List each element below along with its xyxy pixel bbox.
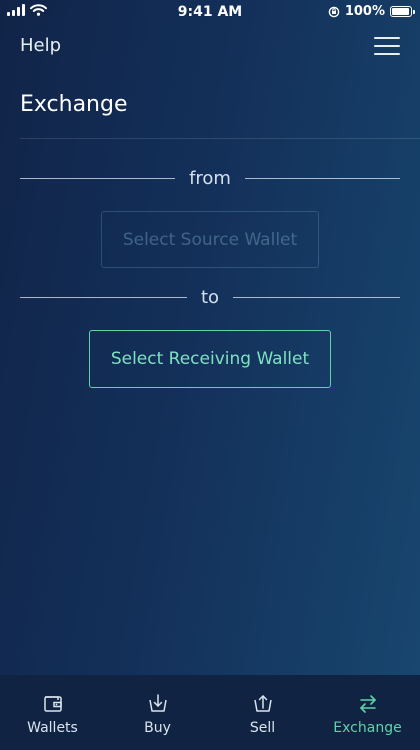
tab-bar: Wallets Buy Sell Exchange — [0, 675, 420, 750]
buy-icon — [148, 694, 167, 712]
select-receiving-wallet-button[interactable]: Select Receiving Wallet — [89, 330, 331, 388]
help-link[interactable]: Help — [20, 35, 61, 56]
menu-line — [374, 45, 400, 47]
menu-line — [374, 53, 400, 55]
rotation-lock-icon — [328, 6, 340, 17]
tab-buy[interactable]: Buy — [105, 675, 210, 750]
tab-label: Buy — [144, 720, 171, 736]
sell-icon — [253, 695, 272, 712]
menu-line — [374, 37, 400, 39]
battery-percentage: 100% — [344, 4, 385, 19]
tab-label: Exchange — [333, 720, 402, 736]
wallet-icon — [43, 696, 62, 712]
divider-line — [20, 178, 176, 179]
tab-label: Wallets — [27, 720, 78, 736]
exchange-arrows-icon — [359, 695, 376, 713]
divider-line — [20, 297, 187, 298]
tab-sell[interactable]: Sell — [210, 675, 315, 750]
page-title: Exchange — [20, 92, 128, 117]
tab-exchange[interactable]: Exchange — [315, 675, 420, 750]
to-divider: to — [20, 287, 401, 308]
tab-wallets[interactable]: Wallets — [0, 675, 105, 750]
hamburger-menu-icon[interactable] — [374, 37, 400, 55]
from-label: from — [189, 168, 231, 189]
battery-fill — [392, 8, 409, 15]
from-divider: from — [20, 168, 401, 189]
select-source-wallet-button[interactable]: Select Source Wallet — [101, 211, 319, 268]
status-bar: 9:41 AM 100% — [0, 0, 420, 24]
to-label: to — [200, 287, 220, 308]
battery-icon — [390, 6, 415, 17]
divider-line — [244, 178, 401, 179]
status-right: 100% — [328, 4, 415, 19]
header-divider — [20, 138, 420, 139]
tab-label: Sell — [249, 720, 276, 736]
divider-line — [233, 297, 401, 298]
